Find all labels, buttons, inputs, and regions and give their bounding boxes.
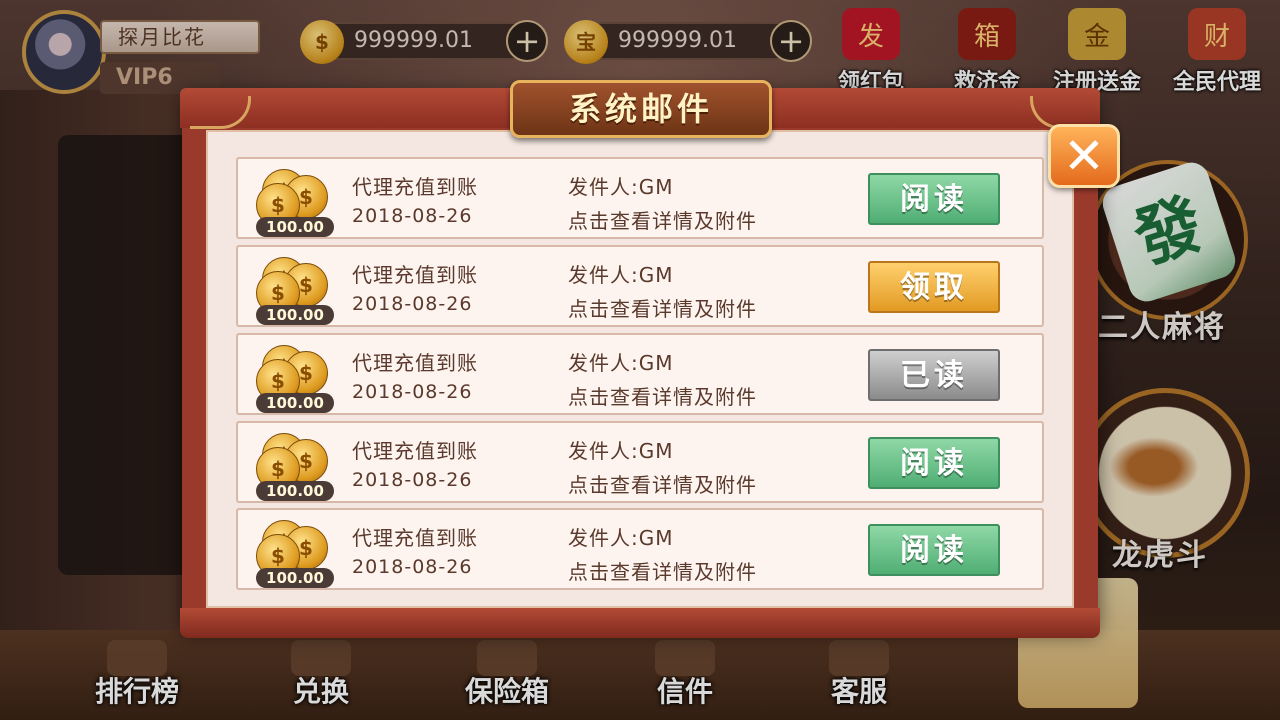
mail-subject: 代理充值到账 (352, 175, 478, 199)
mail-subject: 代理充值到账 (352, 439, 478, 463)
mail-date: 2018-08-26 (352, 205, 473, 227)
mail-hint: 点击查看详情及附件 (568, 473, 757, 497)
mail-hint: 点击查看详情及附件 (568, 209, 757, 233)
mail-sender: 发件人:GM (568, 175, 674, 199)
attachment-amount: 100.00 (256, 481, 334, 501)
claim-button[interactable]: 领取 (868, 261, 1000, 313)
mail-hint: 点击查看详情及附件 (568, 297, 757, 321)
mail-sender: 发件人:GM (568, 526, 674, 550)
coin-stack-icon: $$$ 100.00 (256, 520, 334, 588)
mail-hint: 点击查看详情及附件 (568, 385, 757, 409)
read-button[interactable]: 阅读 (868, 173, 1000, 225)
mail-date: 2018-08-26 (352, 469, 473, 491)
coin-stack-icon: $$$ 100.00 (256, 257, 334, 325)
mail-sender: 发件人:GM (568, 439, 674, 463)
mail-subject: 代理充值到账 (352, 263, 478, 287)
mail-sender: 发件人:GM (568, 263, 674, 287)
close-button[interactable]: ✕ (1048, 124, 1120, 188)
mail-hint: 点击查看详情及附件 (568, 560, 757, 584)
mail-subject: 代理充值到账 (352, 351, 478, 375)
mail-date: 2018-08-26 (352, 381, 473, 403)
mail-row[interactable]: $$$ 100.00 代理充值到账 2018-08-26 发件人:GM 点击查看… (236, 421, 1044, 503)
mail-sender: 发件人:GM (568, 351, 674, 375)
read-button[interactable]: 阅读 (868, 524, 1000, 576)
coin-stack-icon: $$$ 100.00 (256, 345, 334, 413)
attachment-amount: 100.00 (256, 393, 334, 413)
already-read-button[interactable]: 已读 (868, 349, 1000, 401)
mail-date: 2018-08-26 (352, 556, 473, 578)
mail-row[interactable]: $$$ 100.00 代理充值到账 2018-08-26 发件人:GM 点击查看… (236, 333, 1044, 415)
attachment-amount: 100.00 (256, 217, 334, 237)
mail-row[interactable]: $$$ 100.00 代理充值到账 2018-08-26 发件人:GM 点击查看… (236, 245, 1044, 327)
mail-row[interactable]: $$$ 100.00 代理充值到账 2018-08-26 发件人:GM 点击查看… (236, 508, 1044, 590)
dialog-title: 系统邮件 (510, 80, 772, 138)
attachment-amount: 100.00 (256, 568, 334, 588)
mail-date: 2018-08-26 (352, 293, 473, 315)
mail-row[interactable]: $$$ 100.00 代理充值到账 2018-08-26 发件人:GM 点击查看… (236, 157, 1044, 239)
attachment-amount: 100.00 (256, 305, 334, 325)
coin-stack-icon: $$$ 100.00 (256, 169, 334, 237)
dialog-bottom-frame (180, 608, 1100, 638)
coin-stack-icon: $$$ 100.00 (256, 433, 334, 501)
read-button[interactable]: 阅读 (868, 437, 1000, 489)
mail-subject: 代理充值到账 (352, 526, 478, 550)
